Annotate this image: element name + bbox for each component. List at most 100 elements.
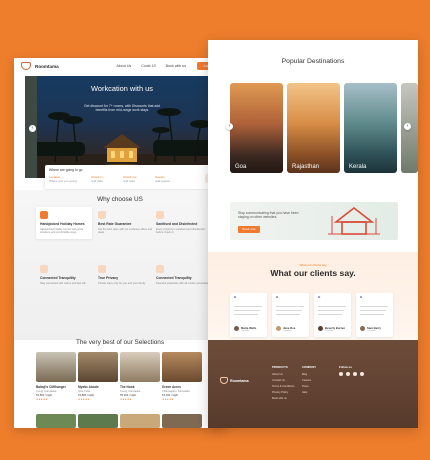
promo-button[interactable]: Book now xyxy=(238,226,260,233)
listing-rating: ★★★★★ xyxy=(78,398,90,401)
testimonial-card: “ Beverly Burner Traveller xyxy=(314,293,351,337)
logo-icon xyxy=(21,62,31,70)
feature-item: Connected Tranquility Peaceful propertie… xyxy=(156,265,212,285)
instagram-icon[interactable] xyxy=(353,372,357,376)
footer-column-title: Follow us xyxy=(339,365,352,369)
listing-price: ₹3,800 / night xyxy=(78,394,94,397)
destination-next-arrow-icon[interactable]: › xyxy=(404,123,411,130)
listing-image[interactable] xyxy=(120,414,160,428)
testimonial-text-line xyxy=(318,310,344,312)
quote-icon: “ xyxy=(360,296,363,302)
feature-title: Connected Tranquility xyxy=(156,276,192,280)
listing-price: ₹4,500 / night xyxy=(36,394,52,397)
youtube-icon[interactable] xyxy=(360,372,364,376)
destination-prev-arrow-icon[interactable]: ‹ xyxy=(226,123,233,130)
destination-card-rajasthan[interactable]: Rajasthan xyxy=(287,83,340,173)
listing-image[interactable] xyxy=(78,414,118,428)
destination-card-goa[interactable]: Goa xyxy=(230,83,283,173)
listing-image[interactable] xyxy=(36,414,76,428)
footer-link[interactable]: Press xyxy=(302,385,309,388)
why-choose-section: Why choose US Handpicked Holiday Homes H… xyxy=(14,190,226,340)
testimonial-role: Traveller xyxy=(325,330,334,332)
nav-link-book[interactable]: Book with us xyxy=(166,64,186,68)
search-guests-value: Add guests xyxy=(155,179,171,183)
sanitize-icon xyxy=(156,211,164,219)
footer-link[interactable]: Blog xyxy=(302,373,307,376)
privacy-icon xyxy=(98,265,106,273)
footer-link[interactable]: Contact Us xyxy=(272,379,285,382)
listing-card[interactable]: Babaji's Cliffhanger Coorg, Karnataka ₹4… xyxy=(36,352,76,401)
feature-item: Sanitised and Disinfected Every property… xyxy=(156,211,212,235)
footer-link[interactable]: Careers xyxy=(302,379,311,382)
avatar xyxy=(360,326,365,331)
destination-card-kerala[interactable]: Kerala xyxy=(344,83,397,173)
footer-column-title: PRODUCTS xyxy=(272,365,288,369)
listing-rating: ★★★★★ xyxy=(120,398,132,401)
feature-title: Sanitised and Disinfected xyxy=(156,222,198,226)
testimonial-text-line xyxy=(276,306,304,308)
hero-prev-arrow-icon[interactable]: ‹ xyxy=(29,125,36,132)
listing-location: Coorg, Karnataka xyxy=(36,390,57,393)
destination-name: Goa xyxy=(235,164,247,170)
listing-card[interactable]: The Nook Coorg, Karnataka ₹5,200 / night… xyxy=(120,352,160,401)
footer-logo-text: Roomtama xyxy=(230,379,249,383)
search-card: Where are going to go Location Where are… xyxy=(45,165,219,189)
listing-card[interactable]: Green Acres Chikmagalur, Karnataka ₹4,10… xyxy=(162,352,202,401)
search-checkout-field[interactable]: Check out Add date xyxy=(123,175,137,183)
testimonial-text-line xyxy=(360,310,386,312)
feature-title: Best Rate Guarantee xyxy=(98,222,132,226)
why-choose-title: Why choose US xyxy=(97,196,143,203)
listing-card[interactable]: Mystic Abode Goa, India ₹3,800 / night ★… xyxy=(78,352,118,401)
footer-link[interactable]: Book with us xyxy=(272,397,287,400)
clients-kicker: What our clients say xyxy=(299,263,327,267)
feature-item: Connected Tranquility Stay connected wit… xyxy=(40,265,96,285)
testimonial-role: Traveller xyxy=(367,330,376,332)
search-checkout-value: Add date xyxy=(123,179,136,183)
twitter-icon[interactable] xyxy=(346,372,350,376)
avatar xyxy=(318,326,323,331)
testimonial-card: “ Jane Doe Traveller xyxy=(272,293,309,337)
listing-price: ₹5,200 / night xyxy=(120,394,136,397)
footer-link[interactable]: Terms & Conditions xyxy=(272,385,295,388)
search-checkin-field[interactable]: Check in Add date xyxy=(91,175,103,183)
hero-banner: Workcation with us Get discount for 7+ r… xyxy=(25,76,219,178)
footer-link[interactable]: Privacy Policy xyxy=(272,391,288,394)
search-guests-field[interactable]: Guests Add guests xyxy=(155,175,170,183)
feature-title: True Privacy xyxy=(98,276,119,280)
search-location-field[interactable]: Location Where are you going xyxy=(49,175,77,183)
search-location-value: Where are you going xyxy=(49,179,77,183)
top-nav: Roomtama About Us Covid-19 Book with us … xyxy=(14,58,226,74)
listing-location: Chikmagalur, Karnataka xyxy=(162,390,190,393)
hero-title: Workcation with us xyxy=(91,84,153,93)
facebook-icon[interactable] xyxy=(339,372,343,376)
nav-link-covid[interactable]: Covid-19 xyxy=(141,64,155,68)
footer-column-title: COMPANY xyxy=(302,365,317,369)
feature-title: Handpicked Holiday Homes xyxy=(40,222,85,226)
quote-icon: “ xyxy=(276,296,279,302)
listing-image[interactable] xyxy=(162,414,202,428)
testimonial-text-line xyxy=(318,314,342,316)
clients-section: What our clients say What our clients sa… xyxy=(208,252,418,340)
search-checkin-value: Add date xyxy=(91,179,104,183)
footer-link[interactable]: Help xyxy=(302,391,307,394)
footer: Roomtama PRODUCTS About Us Contact Us Te… xyxy=(208,340,418,428)
popular-destinations-title: Popular Destinations xyxy=(281,58,345,65)
feature-item: True Privacy Private stays only for you … xyxy=(98,265,154,285)
right-page: Popular Destinations Goa Rajasthan Keral… xyxy=(208,40,418,428)
listing-price: ₹4,100 / night xyxy=(162,394,178,397)
footer-link[interactable]: About Us xyxy=(272,373,283,376)
leaf-icon xyxy=(156,265,164,273)
testimonial-text-line xyxy=(360,314,384,316)
feature-card: Handpicked Holiday Homes Handpicked holi… xyxy=(36,207,92,239)
testimonial-role: Traveller xyxy=(283,330,292,332)
listing-rating: ★★★★★ xyxy=(36,398,48,401)
hero-subtitle: Get discount for 7+ rooms, with Discount… xyxy=(83,104,161,113)
nav-link-about[interactable]: About Us xyxy=(116,64,131,68)
quote-icon: “ xyxy=(234,296,237,302)
clients-title: What our clients say. xyxy=(270,268,356,278)
feature-desc: Handpicked holiday homes with great loca… xyxy=(40,228,84,235)
listing-image xyxy=(78,352,118,382)
testimonial-card: “ Maria Wells Traveller xyxy=(230,293,267,337)
testimonial-text-line xyxy=(318,306,346,308)
feature-title: Connected Tranquility xyxy=(40,276,76,280)
